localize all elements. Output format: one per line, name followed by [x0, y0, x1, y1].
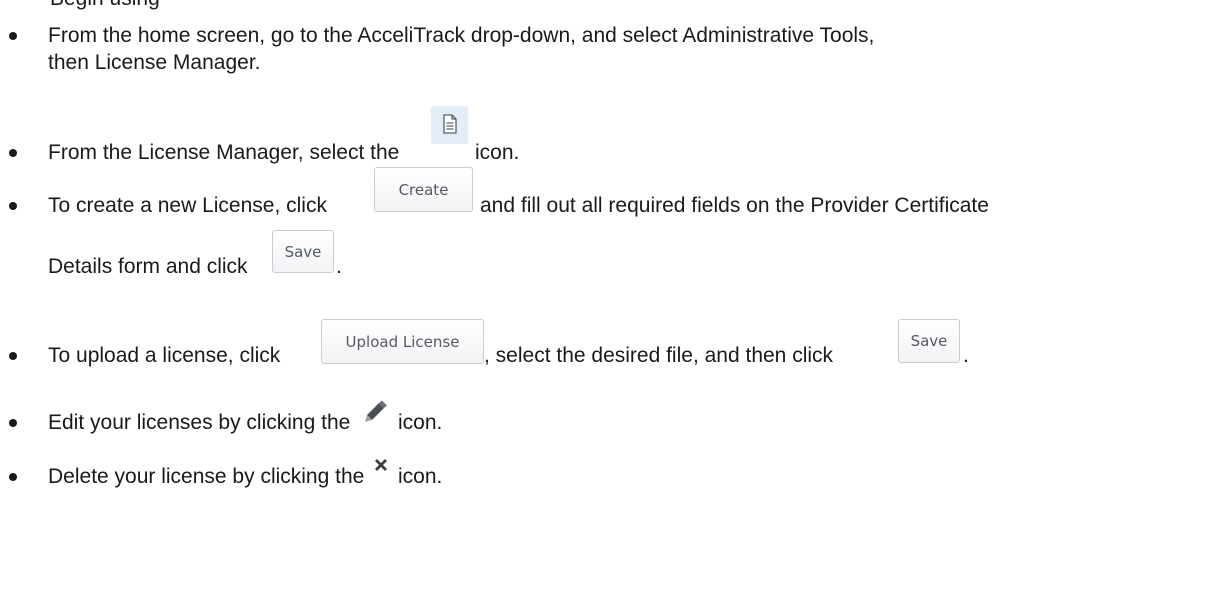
step-3-line-2-before: Details form and click [48, 255, 248, 278]
step-6-text-before: Delete your license by clicking the [48, 465, 365, 488]
step-3-text-before: To create a new License, click [48, 194, 327, 217]
step-4-text-before: To upload a license, click [48, 344, 281, 367]
create-button[interactable]: Create [374, 167, 473, 212]
bullet-6 [6, 470, 20, 484]
save-button-2[interactable]: Save [898, 319, 960, 363]
step-2-text-before: From the License Manager, select the [48, 141, 400, 164]
step-4-text-after: . [963, 344, 969, 367]
bullet-1 [6, 29, 20, 43]
step-6-text-after: icon. [398, 465, 443, 488]
step-1-line-1: From the home screen, go to the AcceliTr… [48, 24, 875, 47]
document-icon[interactable] [431, 106, 468, 144]
step-5-text-after: icon. [398, 411, 443, 434]
step-5-text-before: Edit your licenses by clicking the [48, 411, 351, 434]
pencil-icon[interactable] [361, 400, 389, 424]
step-3-text-after: and fill out all required fields on the … [480, 194, 989, 217]
bullet-4 [6, 349, 20, 363]
clipped-heading-fragment: Begin using [50, 0, 160, 11]
step-4-text-middle: , select the desired file, and then clic… [484, 344, 834, 367]
step-3-line-2-after: . [336, 255, 342, 278]
step-2-text-after: icon. [475, 141, 520, 164]
bullet-3 [6, 199, 20, 213]
step-1-line-2: then License Manager. [48, 51, 261, 74]
instruction-page: Begin using From the home screen, go to … [0, 0, 1210, 591]
bullet-5 [6, 416, 20, 430]
bullet-2 [6, 146, 20, 160]
close-icon[interactable] [371, 455, 391, 475]
upload-license-button[interactable]: Upload License [321, 319, 484, 364]
save-button-1[interactable]: Save [272, 230, 334, 273]
